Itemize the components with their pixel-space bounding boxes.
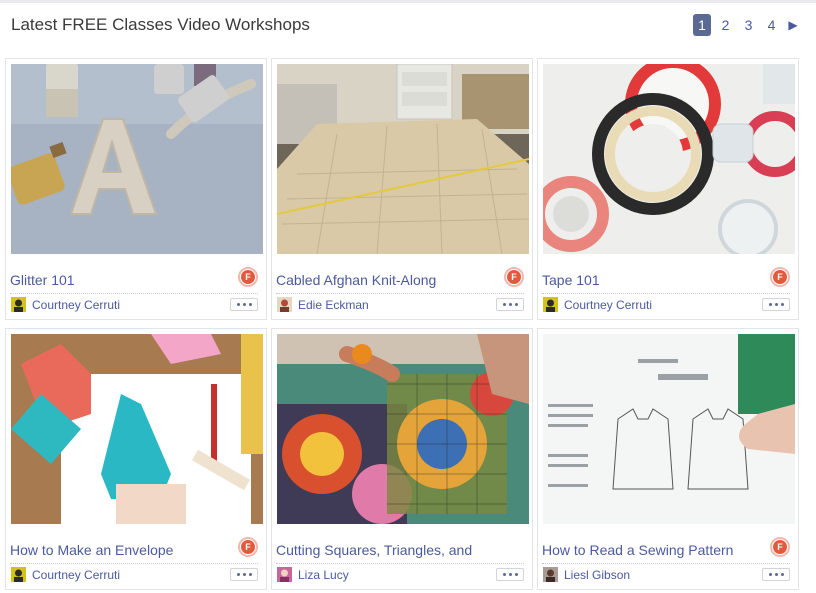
instructor-name-link[interactable]: Courtney Cerruti [32,298,120,312]
instructor-name-link[interactable]: Edie Eckman [298,298,369,312]
class-title-link[interactable]: Tape 101 [542,272,762,288]
sewing-pattern-thumbnail[interactable] [543,334,795,524]
card-divider [276,293,524,294]
glitter-thumbnail[interactable] [11,64,263,254]
class-card: How to Read a Sewing Pattern F Liesl Gib… [537,328,799,590]
more-options-button[interactable] [230,568,258,581]
more-options-button[interactable] [230,298,258,311]
tape-thumbnail[interactable] [543,64,795,254]
class-title-link[interactable]: How to Make an Envelope [10,542,230,558]
instructor-avatar[interactable] [543,297,558,312]
card-divider [276,563,524,564]
class-card: Glitter 101 F Courtney Cerruti [5,58,267,320]
instructor-avatar[interactable] [277,297,292,312]
page-1-button[interactable]: 1 [693,14,711,36]
page-2-button[interactable]: 2 [717,14,734,36]
pagination: 1 2 3 4 ▶ [693,14,800,36]
free-badge-icon: F [504,267,524,287]
instructor-name-link[interactable]: Liesl Gibson [564,568,630,582]
section-header: Latest FREE Classes Video Workshops 1 2 … [0,0,816,50]
card-divider [542,563,790,564]
knit-afghan-thumbnail[interactable] [277,64,529,254]
class-card: How to Make an Envelope F Courtney Cerru… [5,328,267,590]
instructor-name-link[interactable]: Liza Lucy [298,568,349,582]
class-title-link[interactable]: Glitter 101 [10,272,230,288]
class-card: Cutting Squares, Triangles, and Liza Luc… [271,328,533,590]
instructor-avatar[interactable] [277,567,292,582]
class-title-link[interactable]: Cutting Squares, Triangles, and [276,542,496,558]
section-title: Latest FREE Classes Video Workshops [11,15,310,34]
class-card: Tape 101 F Courtney Cerruti [537,58,799,320]
next-page-arrow-icon[interactable]: ▶ [786,14,800,36]
card-divider [542,293,790,294]
free-badge-icon: F [238,537,258,557]
page-4-button[interactable]: 4 [763,14,780,36]
more-options-button[interactable] [496,568,524,581]
envelope-thumbnail[interactable] [11,334,263,524]
page-3-button[interactable]: 3 [740,14,757,36]
class-title-link[interactable]: Cabled Afghan Knit-Along [276,272,496,288]
class-title-link[interactable]: How to Read a Sewing Pattern [542,542,762,558]
quilt-cutting-thumbnail[interactable] [277,334,529,524]
instructor-avatar[interactable] [11,567,26,582]
instructor-name-link[interactable]: Courtney Cerruti [564,298,652,312]
more-options-button[interactable] [496,298,524,311]
card-divider [10,563,258,564]
free-badge-icon: F [770,267,790,287]
instructor-avatar[interactable] [543,567,558,582]
more-options-button[interactable] [762,298,790,311]
class-card: Cabled Afghan Knit-Along F Edie Eckman [271,58,533,320]
free-badge-icon: F [238,267,258,287]
card-divider [10,293,258,294]
free-badge-icon: F [770,537,790,557]
instructor-name-link[interactable]: Courtney Cerruti [32,568,120,582]
instructor-avatar[interactable] [11,297,26,312]
more-options-button[interactable] [762,568,790,581]
